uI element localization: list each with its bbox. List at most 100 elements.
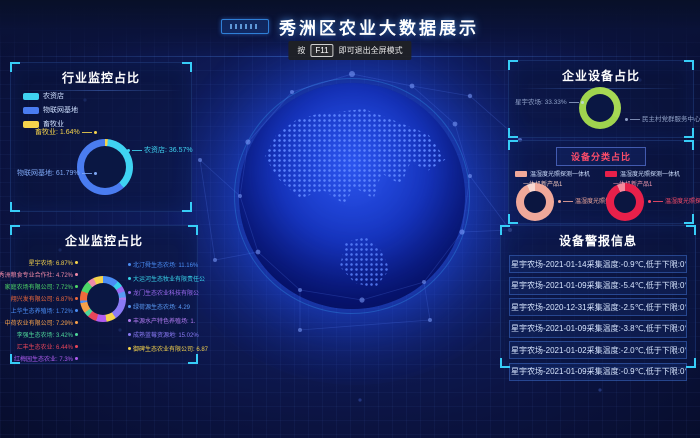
label-dot-icon xyxy=(75,357,78,360)
industry-monitor-panel: 行业监控占比 农资店 物联网基地 畜牧业 畜牧业: 1.64% 农资店: 36.… xyxy=(10,62,192,212)
panel-corner xyxy=(508,128,518,138)
class-donut-chart[interactable] xyxy=(516,183,554,221)
class-charts: 温湿度光照探测一体机 一体机新产品1 温湿度光照探测一 温湿度光照探测一体机 一… xyxy=(509,169,693,221)
label-dot-icon xyxy=(75,285,78,288)
panel-corner xyxy=(684,140,694,150)
panel-corner xyxy=(684,128,694,138)
label-dot-icon xyxy=(128,277,131,280)
chart-label: 龙门生态农业科技有限公 xyxy=(126,288,199,297)
device-ratio-panel: 企业设备占比 星宇农场: 33.33% 民主村党群服务中心: xyxy=(508,60,694,138)
label-dot-icon xyxy=(75,261,78,264)
chart-label: 中荷农业有限公司: 7.29% xyxy=(5,318,80,327)
device-donut-chart[interactable] xyxy=(579,87,621,129)
chart-label: 大运河生态牧业有限责任公 xyxy=(126,274,205,283)
continent-dots xyxy=(257,103,451,243)
panel-corner xyxy=(500,225,510,235)
label-dot-icon xyxy=(128,305,131,308)
chart-label: 翔兴发有限公司: 6.87% xyxy=(11,294,80,303)
chart-label: 李强生态农场: 3.42% xyxy=(17,330,80,339)
fullscreen-exit-tooltip: 按 F11 即可退出全屏模式 xyxy=(288,41,411,60)
enterprise-left-labels: 星宇农场: 6.87% 秀洲粮食专业合作社: 4.72% 家庭农场有限公司: 7… xyxy=(14,254,80,363)
alert-item: 星宇农场-2021-01-09采集温度:-5.4℃,低于下限:0℃ xyxy=(509,277,687,295)
chart-label: 汇丰生态农业: 6.44% xyxy=(17,342,80,351)
legend-swatch-icon xyxy=(605,171,617,177)
class-chart: 温湿度光照探测一体机 一体机新产品1 温湿度光照探测一 xyxy=(601,169,691,221)
panel-corner xyxy=(686,225,696,235)
chart-label: 北汀舜生态农场: 11.16% xyxy=(126,260,198,269)
f11-key-icon: F11 xyxy=(310,44,333,57)
label-dot-icon xyxy=(75,333,78,336)
legend-label: 温湿度光照探测一体机 xyxy=(620,169,680,178)
page-title: 秀洲区农业大数据展示 xyxy=(279,14,479,39)
chart-label: 成熟蓝莓资源地: 15.02% xyxy=(126,330,199,339)
panel-corner xyxy=(10,62,20,72)
label-dot-icon xyxy=(75,297,78,300)
label-dot-icon xyxy=(128,319,131,322)
panel-corner xyxy=(10,225,20,235)
chart-label: 星宇农场: 6.87% xyxy=(29,258,80,267)
label-dot-icon xyxy=(75,273,78,276)
class-chart: 温湿度光照探测一体机 一体机新产品1 温湿度光照探测一 xyxy=(511,169,601,221)
class-panel-title: 设备分类占比 xyxy=(556,147,646,166)
legend-label: 温湿度光照探测一体机 xyxy=(530,169,590,178)
enterprise-donut-chart[interactable] xyxy=(80,276,126,322)
legend-item[interactable]: 物联网基地 xyxy=(23,105,78,115)
enterprise-panel-title: 企业监控占比 xyxy=(11,226,197,253)
iot-base-label: 物联网基地: 61.79% xyxy=(17,168,97,178)
device-panel-title: 企业设备占比 xyxy=(509,61,693,88)
tooltip-prefix: 按 xyxy=(297,45,305,56)
alerts-panel-title: 设备警报信息 xyxy=(501,226,695,253)
panel-corner xyxy=(182,202,192,212)
alert-item: 星宇农场-2020-12-31采集温度:-2.5℃,低于下限:0℃ xyxy=(509,298,687,316)
legend-swatch-icon xyxy=(23,93,39,100)
panel-corner xyxy=(182,62,192,72)
panel-corner xyxy=(508,140,518,150)
legend-swatch-icon xyxy=(23,107,39,114)
panel-corner xyxy=(188,225,198,235)
class-donut-chart[interactable] xyxy=(606,183,644,221)
enterprise-right-labels: 北汀舜生态农场: 11.16% 大运河生态牧业有限责任公 龙门生态农业科技有限公… xyxy=(126,254,208,353)
globe-outer-ring xyxy=(234,78,470,314)
livestock-label: 畜牧业: 1.64% xyxy=(35,127,97,137)
alert-item: 星宇农场-2021-01-02采集温度:-2.0℃,低于下限:0℃ xyxy=(509,341,687,359)
alert-item: 星宇农场-2021-01-14采集温度:-0.9℃,低于下限:0℃ xyxy=(509,255,687,273)
legend-item[interactable]: 农资店 xyxy=(23,91,78,101)
device-class-panel: 设备分类占比 温湿度光照探测一体机 一体机新产品1 温湿度光照探测一 xyxy=(508,140,694,224)
legend-item[interactable]: 温湿度光照探测一体机 xyxy=(515,169,590,178)
chart-label: 红梅园生态农业: 7.3% xyxy=(14,354,80,363)
alert-item: 星宇农场-2021-01-09采集温度:-3.8℃,低于下限:0℃ xyxy=(509,320,687,338)
panel-corner xyxy=(686,358,696,368)
legend-item[interactable]: 温湿度光照探测一体机 xyxy=(605,169,680,178)
tooltip-suffix: 即可退出全屏模式 xyxy=(339,45,403,56)
panel-corner xyxy=(500,358,510,368)
panel-corner xyxy=(684,60,694,70)
panel-corner xyxy=(10,354,20,364)
chart-label: 秀洲粮食专业合作社: 4.72% xyxy=(0,270,80,279)
device-left-label: 星宇农场: 33.33% xyxy=(515,96,584,106)
chart-label: 御碑生态农业有限公司: 6.87 xyxy=(126,344,208,353)
globe-visualization xyxy=(239,83,465,309)
label-dot-icon xyxy=(128,263,131,266)
device-right-label: 民主村党群服务中心: xyxy=(625,113,700,123)
globe-map xyxy=(239,83,465,309)
industry-panel-title: 行业监控占比 xyxy=(11,63,191,90)
legend-label: 物联网基地 xyxy=(43,105,78,115)
panel-corner xyxy=(508,60,518,70)
alert-item: 星宇农场-2021-01-09采集温度:-0.9℃,低于下限:0℃ xyxy=(509,363,687,381)
alert-list: 星宇农场-2021-01-14采集温度:-0.9℃,低于下限:0℃ 星宇农场-2… xyxy=(501,253,695,381)
label-dot-icon xyxy=(75,309,78,312)
chart-label: 丰源水产特色养殖场: 1. xyxy=(126,316,195,325)
label-dot-icon xyxy=(128,291,131,294)
industry-legend: 农资店 物联网基地 畜牧业 xyxy=(23,91,78,129)
panel-corner xyxy=(188,354,198,364)
store-label: 农资店: 36.57% xyxy=(127,145,193,155)
globe-glow xyxy=(160,15,550,385)
enterprise-monitor-panel: 企业监控占比 星宇农场: 6.87% 秀洲粮食专业合作社: 4.72% 家庭农场… xyxy=(10,225,198,364)
device-alerts-panel: 设备警报信息 星宇农场-2021-01-14采集温度:-0.9℃,低于下限:0℃… xyxy=(500,225,696,368)
chart-label: 家庭农场有限公司: 7.72% xyxy=(5,282,80,291)
chart-label: 上华生态养殖场: 1.72% xyxy=(11,306,80,315)
legend-label: 农资店 xyxy=(43,91,64,101)
industry-donut-chart[interactable] xyxy=(77,139,133,195)
label-dot-icon xyxy=(75,345,78,348)
main-segment-label: 温湿度光照探测一 xyxy=(648,196,700,205)
